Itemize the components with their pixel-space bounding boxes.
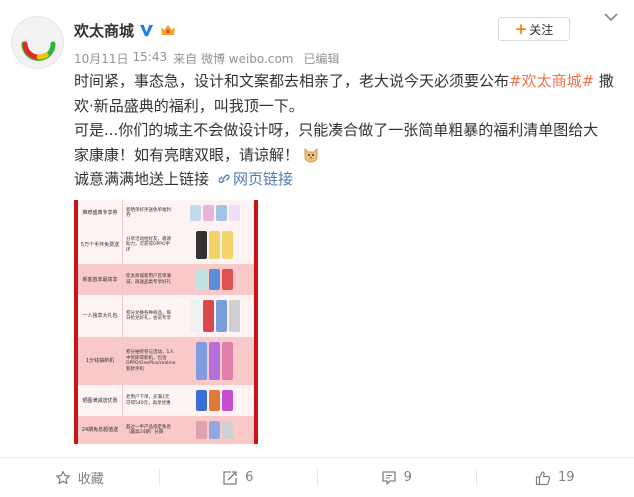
benefit-title: 1分钱抽新机 [78, 337, 123, 385]
comment-button[interactable]: 9 [317, 458, 476, 497]
text-segment: 家康康！如有亮瞎双眼，请谅解！ [74, 145, 300, 164]
post-text-line: 家康康！如有亮瞎双眼，请谅解！ [74, 143, 629, 168]
post-text: 时间紧，事态急，设计和文案都去相亲了，老大说今天必须要公布#欢太商城# 撒 欢·… [74, 69, 629, 192]
product-images [175, 385, 254, 416]
product-images [175, 416, 254, 444]
product-thumbnail [189, 205, 201, 221]
product-thumbnail [196, 231, 207, 259]
benefit-row: 24期免息超值送 超过一半产品指定免息（最高24期）分期 [78, 416, 254, 444]
product-thumbnail [228, 205, 240, 221]
product-thumbnail [202, 300, 214, 332]
like-button[interactable]: 19 [475, 458, 634, 497]
repost-button[interactable]: 6 [158, 458, 318, 497]
product-thumbnail [228, 300, 240, 332]
author-row: 欢太商城 [74, 19, 177, 41]
brand-logo-icon [21, 41, 56, 61]
benefit-row: 晒图满减送优惠 老用户下单，买满1元可得540元，再享优惠 [78, 385, 254, 416]
product-thumbnail [196, 269, 207, 290]
benefit-row: 一人独享大礼包 积分兑换各种商品，每日抢兑好礼，会员专享 [78, 295, 254, 337]
comment-count: 9 [403, 470, 412, 485]
product-thumbnail [209, 269, 220, 290]
favorite-label: 收藏 [77, 472, 104, 487]
repost-count: 6 [245, 470, 254, 485]
product-thumbnail [189, 300, 201, 332]
comment-icon [381, 470, 396, 485]
benefit-desc: 积分抽奖参与活动，1人中奖即得新机，包含OPPO/OnePlus/realme新… [126, 350, 176, 372]
follow-button[interactable]: + 关注 [498, 17, 570, 41]
post-text-line: 诚意满满地送上链接 网页链接 [74, 167, 629, 192]
like-count: 19 [557, 470, 575, 485]
benefit-title: 一人独享大礼包 [78, 295, 123, 337]
follow-button-label: 关注 [529, 22, 554, 37]
benefit-row: 新客首单最高享 欢太商城新用户首单满减，再送品类专享好礼 [78, 264, 254, 295]
edited-label[interactable]: 已编辑 [304, 50, 340, 67]
product-thumbnail [215, 300, 227, 332]
product-images [175, 337, 254, 385]
benefit-title: 新客首单最高享 [78, 264, 123, 295]
product-thumbnail [222, 269, 233, 290]
member-crown-icon [161, 25, 176, 35]
post-date[interactable]: 10月11日 [74, 50, 129, 67]
product-thumbnail [209, 231, 220, 259]
benefit-title: 5万个手环免费送 [78, 226, 123, 264]
benefit-desc: 老用户下单，买满1元可得540元，再享优惠 [126, 395, 171, 406]
post-time[interactable]: 15:43 [133, 50, 168, 67]
product-images [175, 200, 254, 226]
product-thumbnail [202, 205, 214, 221]
action-bar: 收藏 6 9 19 [0, 458, 634, 497]
author-name[interactable]: 欢太商城 [74, 20, 134, 41]
like-icon [535, 470, 551, 485]
product-thumbnail [222, 390, 233, 411]
post-text-line: 欢·新品盛典的福利，叫我顶一下。 [74, 96, 304, 115]
post-meta: 10月11日 15:43 来自 微博 weibo.com 已编辑 [74, 50, 340, 67]
text-segment: 时间紧，事态急，设计和文案都去相亲了，老大说今天必须要公布 [74, 72, 510, 90]
benefit-row: 推荐盛典专享券 新晒单好评送免单福利券 [78, 200, 254, 226]
post-text-line: 可是...你们的城主不会做设计呀，只能凑合做了一张简单粗暴的福利清单图给大 [74, 121, 599, 139]
product-thumbnail [222, 421, 233, 439]
benefit-row: 5万个手环免费送 分享活动给好友，邀请助力，可获得OPPO手环 [78, 226, 254, 264]
favorite-button[interactable]: 收藏 [0, 458, 159, 497]
web-link[interactable]: 网页链接 [233, 170, 293, 188]
benefit-title: 推荐盛典专享券 [78, 200, 123, 226]
post-image[interactable]: 推荐盛典专享券 新晒单好评送免单福利券 5万个手环免费送 分享活动给好友，邀请助力，可… [74, 200, 258, 444]
product-thumbnail [222, 231, 233, 259]
product-thumbnail [209, 421, 220, 439]
product-thumbnail [209, 342, 220, 380]
product-thumbnail [209, 390, 220, 411]
post-text-line: 时间紧，事态急，设计和文案都去相亲了，老大说今天必须要公布#欢太商城# 撒 [74, 69, 629, 94]
star-icon [55, 470, 70, 484]
repost-icon [223, 470, 237, 485]
product-thumbnail [196, 421, 207, 439]
cat-emoji-icon [304, 147, 318, 162]
benefit-desc: 欢太商城新用户首单满减，再送品类专享好礼 [126, 274, 171, 285]
product-images [175, 226, 254, 264]
benefit-desc: 新晒单好评送免单福利券 [126, 207, 171, 219]
text-segment: 诚意满满地送上链接 [74, 170, 210, 188]
product-thumbnail [196, 390, 207, 411]
benefit-desc: 分享活动给好友，邀请助力，可获得OPPO手环 [126, 236, 171, 253]
verified-icon [139, 24, 154, 36]
avatar[interactable] [11, 16, 64, 69]
post-source: 来自 微博 weibo.com [173, 52, 294, 66]
product-thumbnail [196, 342, 207, 380]
text-segment: 撒 [594, 72, 614, 90]
benefit-desc: 积分兑换各种商品，每日抢兑好礼，会员专享 [126, 310, 171, 322]
product-images [175, 295, 254, 337]
hashtag-link[interactable]: #欢太商城# [509, 72, 594, 90]
link-icon [218, 174, 230, 183]
chevron-down-icon[interactable] [602, 11, 620, 23]
product-thumbnail [215, 205, 227, 221]
product-thumbnail [222, 342, 233, 380]
benefit-desc: 超过一半产品指定免息（最高24期）分期 [126, 424, 171, 436]
benefit-list-graphic: 推荐盛典专享券 新晒单好评送免单福利券 5万个手环免费送 分享活动给好友，邀请助力，可… [78, 200, 254, 444]
benefit-title: 24期免息超值送 [78, 416, 123, 444]
benefit-title: 晒图满减送优惠 [78, 385, 123, 416]
plus-icon: + [514, 19, 528, 38]
benefit-row: 1分钱抽新机 积分抽奖参与活动，1人中奖即得新机，包含OPPO/OnePlus/r… [78, 337, 254, 385]
product-images [175, 264, 254, 295]
